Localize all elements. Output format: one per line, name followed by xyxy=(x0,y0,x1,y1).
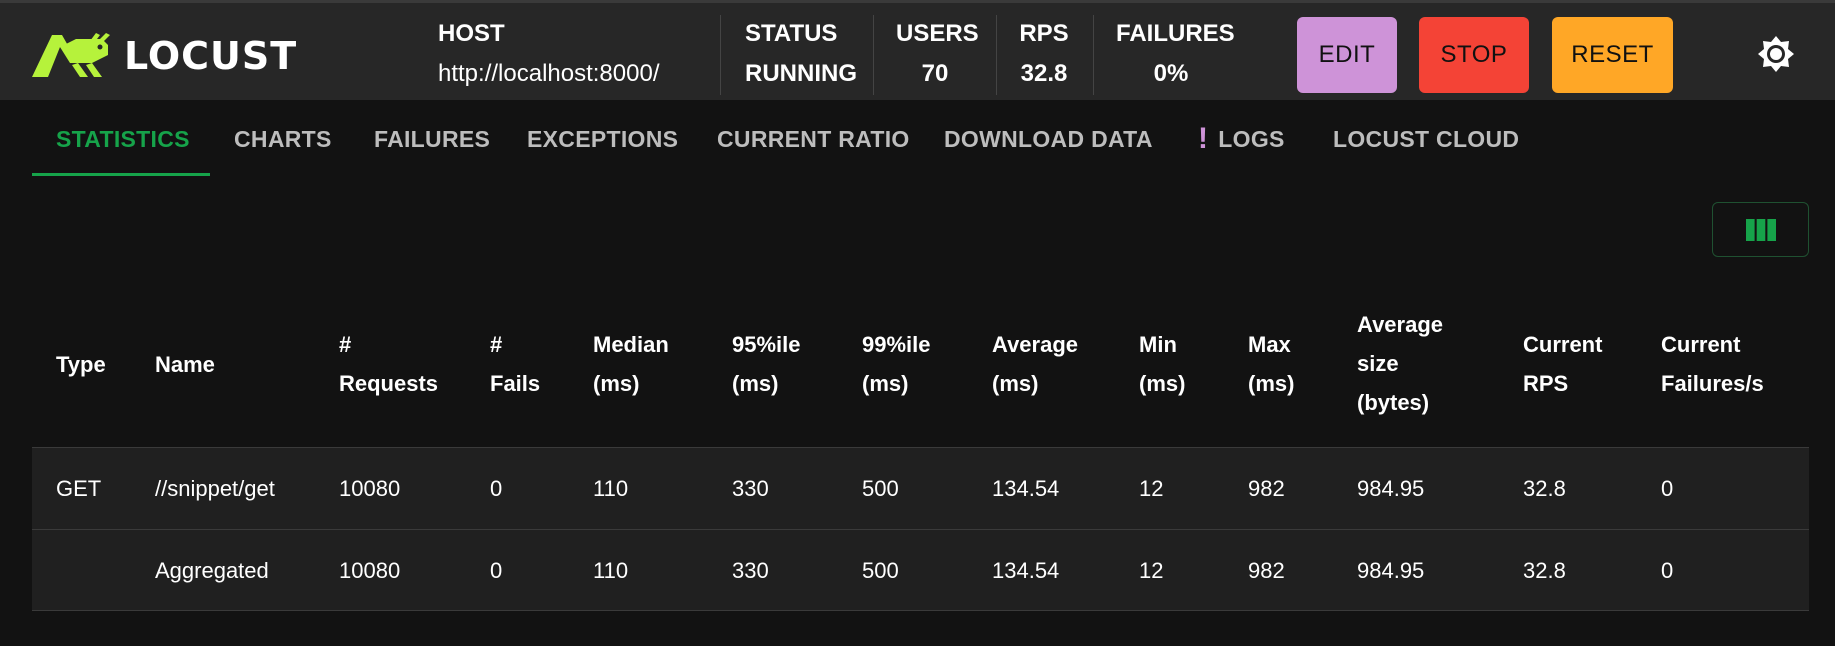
tab-statistics[interactable]: STATISTICS xyxy=(56,100,190,178)
table-cell-requests: 10080 xyxy=(339,558,401,583)
table-cell-max: 982 xyxy=(1248,476,1285,501)
tab-label: LOGS xyxy=(1218,125,1285,152)
table-cell-max: 982 xyxy=(1248,558,1285,583)
table-cell-99ile: 500 xyxy=(862,476,899,501)
table-header: Type Name # Requests # Fails Median (ms)… xyxy=(32,282,1809,447)
rps-label: RPS xyxy=(1019,20,1069,47)
column-header-95ile[interactable]: 95%ile (ms) xyxy=(732,325,801,403)
table-cell-requests: 10080 xyxy=(339,476,401,501)
table-cell-95ile: 330 xyxy=(732,558,769,583)
alert-icon: ! xyxy=(1198,122,1209,155)
failures-label: FAILURES xyxy=(1116,20,1235,47)
host-value: http://localhost:8000/ xyxy=(438,60,660,87)
header-divider xyxy=(720,15,721,95)
table-cell-fails: 0 xyxy=(490,476,503,501)
column-header-current-failures[interactable]: Current Failures/s xyxy=(1661,325,1764,403)
column-header-requests[interactable]: # Requests xyxy=(339,325,438,403)
header-divider xyxy=(873,15,874,95)
column-header-min[interactable]: Min (ms) xyxy=(1139,325,1185,403)
column-header-max[interactable]: Max (ms) xyxy=(1248,325,1294,403)
table-cell-fails: 0 xyxy=(490,558,503,583)
users-label: USERS xyxy=(896,20,979,47)
table-row-aggregated: Aggregated 10080 0 110 330 500 134.54 12… xyxy=(32,529,1809,611)
table-cell-median: 110 xyxy=(593,558,629,583)
tab-bar: STATISTICS CHARTS FAILURES EXCEPTIONS CU… xyxy=(0,100,1835,178)
tab-label: DOWNLOAD DATA xyxy=(944,125,1153,152)
tab-label: CURRENT RATIO xyxy=(717,125,910,152)
host-label: HOST xyxy=(438,20,505,47)
table-cell-min: 12 xyxy=(1139,558,1164,583)
tab-label: LOCUST CLOUD xyxy=(1333,125,1520,152)
column-header-average[interactable]: Average (ms) xyxy=(992,325,1078,403)
column-header-median[interactable]: Median (ms) xyxy=(593,325,669,403)
table-cell-average: 134.54 xyxy=(992,476,1060,501)
failures-stat: FAILURES 0% xyxy=(1116,17,1235,93)
column-header-type[interactable]: Type xyxy=(56,345,106,384)
locust-logo-icon xyxy=(32,33,110,77)
column-header-name[interactable]: Name xyxy=(155,345,215,384)
table-cell-current-failures: 0 xyxy=(1661,476,1674,501)
column-header-current-rps[interactable]: Current RPS xyxy=(1523,325,1602,403)
failures-value: 0% xyxy=(1153,60,1189,87)
table-cell-current-failures: 0 xyxy=(1661,558,1674,583)
column-header-average-size[interactable]: Average size (bytes) xyxy=(1357,305,1443,422)
table-cell-average-size: 984.95 xyxy=(1357,558,1425,583)
table-cell-95ile: 330 xyxy=(732,476,769,501)
table-cell-average-size: 984.95 xyxy=(1357,476,1425,501)
locust-logo: LOCUST xyxy=(30,33,297,79)
table-cell-current-rps: 32.8 xyxy=(1523,476,1566,501)
tab-label: FAILURES xyxy=(374,125,491,152)
users-value: 70 xyxy=(921,60,949,87)
rps-stat: RPS 32.8 xyxy=(1018,17,1070,93)
column-header-99ile[interactable]: 99%ile (ms) xyxy=(862,325,931,403)
users-stat: USERS 70 xyxy=(896,17,979,93)
edit-button[interactable]: EDIT xyxy=(1297,17,1397,93)
status-stat: STATUS RUNNING xyxy=(745,17,857,93)
tab-exceptions[interactable]: EXCEPTIONS xyxy=(527,100,678,178)
column-header-fails[interactable]: # Fails xyxy=(490,325,540,403)
table-cell-median: 110 xyxy=(593,476,629,501)
tab-download-data[interactable]: DOWNLOAD DATA xyxy=(944,100,1153,178)
tab-charts[interactable]: CHARTS xyxy=(234,100,332,178)
active-tab-indicator xyxy=(32,173,210,176)
brightness-icon xyxy=(1758,36,1794,72)
status-label: STATUS xyxy=(745,20,838,47)
table-cell-name: Aggregated xyxy=(155,558,269,583)
header-divider xyxy=(996,15,997,95)
tab-failures[interactable]: FAILURES xyxy=(374,100,490,178)
stop-button[interactable]: STOP xyxy=(1419,17,1529,93)
table-cell-name: //snippet/get xyxy=(155,476,275,501)
header-divider xyxy=(1093,15,1094,95)
status-value: RUNNING xyxy=(745,60,857,87)
table-cell-min: 12 xyxy=(1139,476,1164,501)
column-selector-button[interactable] xyxy=(1712,202,1809,257)
table-cell-type: GET xyxy=(56,476,102,501)
host-stat: HOST http://localhost:8000/ xyxy=(438,17,659,93)
tab-label: EXCEPTIONS xyxy=(527,125,679,152)
theme-toggle-button[interactable] xyxy=(1756,34,1796,74)
top-navbar: LOCUST HOST http://localhost:8000/ STATU… xyxy=(0,0,1835,100)
table-cell-average: 134.54 xyxy=(992,558,1060,583)
tab-locust-cloud[interactable]: LOCUST CLOUD xyxy=(1333,100,1519,178)
logo-text: LOCUST xyxy=(124,34,298,78)
tab-logs[interactable]: ! LOGS xyxy=(1198,100,1285,178)
view-column-icon xyxy=(1745,218,1776,241)
statistics-table: Type Name # Requests # Fails Median (ms)… xyxy=(32,282,1809,611)
rps-value: 32.8 xyxy=(1020,60,1068,87)
tab-label: STATISTICS xyxy=(56,125,190,152)
tab-label: CHARTS xyxy=(234,125,332,152)
reset-button[interactable]: RESET xyxy=(1552,17,1673,93)
table-row: GET //snippet/get 10080 0 110 330 500 13… xyxy=(32,447,1809,529)
tab-current-ratio[interactable]: CURRENT RATIO xyxy=(717,100,910,178)
table-cell-99ile: 500 xyxy=(862,558,899,583)
table-cell-current-rps: 32.8 xyxy=(1523,558,1566,583)
